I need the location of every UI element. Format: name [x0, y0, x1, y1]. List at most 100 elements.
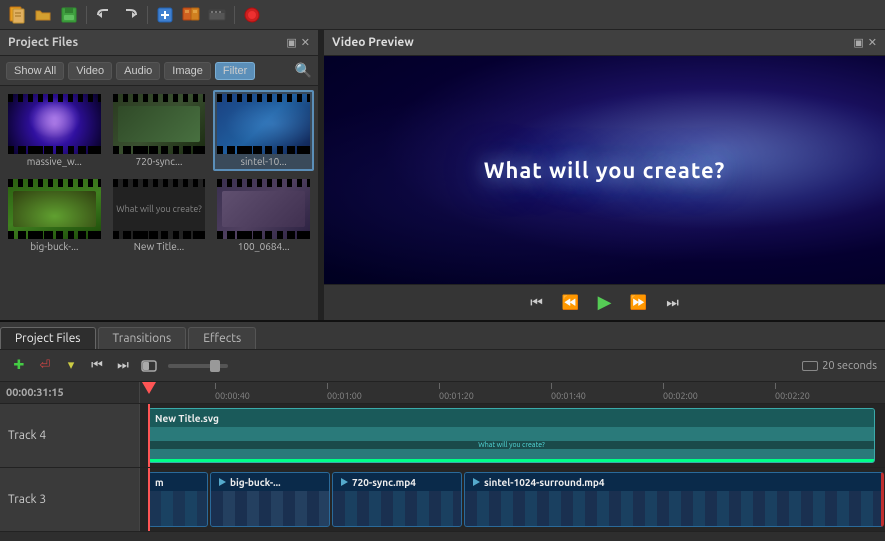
clip-title-bar: New Title.svg	[149, 409, 874, 427]
video-preview-panel: Video Preview ▣ ✕ What will you create? …	[324, 30, 885, 320]
ruler-mark-200: 00:02:00	[663, 391, 698, 401]
clip-accent-bar	[149, 459, 874, 462]
clip-1-content	[149, 491, 207, 526]
thumbnail-sintel	[217, 94, 310, 154]
clip-bigbuck-title: big-buck-...	[211, 473, 329, 491]
redo-icon[interactable]	[119, 4, 141, 26]
clip-1-title: m	[149, 473, 207, 491]
add-clip-icon[interactable]	[154, 4, 176, 26]
record-icon[interactable]	[241, 4, 263, 26]
jump-end-button[interactable]: ⏭	[112, 355, 134, 377]
ruler-mark-100: 00:01:00	[327, 391, 362, 401]
undo-icon[interactable]	[93, 4, 115, 26]
thumbnail-100	[217, 179, 310, 239]
preview-video-area[interactable]: What will you create?	[324, 56, 885, 284]
save-icon[interactable]	[58, 4, 80, 26]
export-icon[interactable]	[180, 4, 202, 26]
thumbnail-label: New Title...	[113, 241, 206, 252]
list-item[interactable]: big-buck-...	[4, 175, 105, 256]
panel-header-icons: ▣ ✕	[286, 36, 310, 49]
clip-sintel-title: sintel-1024-surround.mp4	[465, 473, 881, 491]
panel-close-icon[interactable]: ✕	[301, 36, 310, 49]
clip-video-bigbuck[interactable]: big-buck-...	[210, 472, 330, 527]
tab-effects[interactable]: Effects	[188, 327, 256, 349]
playhead-marker	[148, 382, 156, 403]
clip-sintel-label: sintel-1024-surround.mp4	[484, 477, 605, 488]
clip-label: New Title.svg	[155, 413, 219, 424]
ruler-ticks[interactable]: 00:00:40 00:01:00 00:01:20 00:01:40 00:0…	[140, 382, 885, 403]
preview-restore-icon[interactable]: ▣	[853, 36, 863, 49]
project-files-title: Project Files	[8, 36, 78, 49]
top-panels: Project Files ▣ ✕ Show All Video Audio I…	[0, 30, 885, 320]
track-label-text: Track 3	[8, 493, 46, 506]
thumbnail-massive	[8, 94, 101, 154]
timeline-toolbar: ✚ ⏎ ▾ ⏮ ⏭ 20 seconds	[0, 350, 885, 382]
timeline-area: Project Files Transitions Effects ✚ ⏎ ▾ …	[0, 320, 885, 541]
thumbnail-bigbuck	[8, 179, 101, 239]
fast-forward-button[interactable]: ⏩	[627, 291, 651, 315]
playhead-line-track3	[148, 468, 150, 531]
clip-video-sintel[interactable]: sintel-1024-surround.mp4	[464, 472, 884, 527]
toggle-button[interactable]	[138, 355, 160, 377]
preview-close-icon[interactable]: ✕	[868, 36, 877, 49]
rewind-button[interactable]: ⏪	[559, 291, 583, 315]
filter-filter-button[interactable]: Filter	[215, 62, 255, 80]
show-all-button[interactable]: Show All	[6, 62, 64, 80]
timeline-duration-display: 20 seconds	[802, 360, 877, 372]
tab-project-files[interactable]: Project Files	[0, 327, 96, 349]
project-files-panel: Project Files ▣ ✕ Show All Video Audio I…	[0, 30, 320, 320]
rewind-to-start-button[interactable]: ⏮	[525, 291, 549, 315]
video-preview-header: Video Preview ▣ ✕	[324, 30, 885, 56]
list-item[interactable]: 720-sync...	[109, 90, 210, 171]
track-3-label: Track 3	[0, 468, 140, 531]
open-folder-icon[interactable]	[32, 4, 54, 26]
timeline-tabs: Project Files Transitions Effects	[0, 322, 885, 350]
timecode-display: 00:00:31:15	[0, 382, 140, 403]
playhead-line	[148, 404, 150, 467]
clock-icon	[802, 361, 818, 371]
track-label-text: Track 4	[8, 429, 46, 442]
thumbnail-720	[113, 94, 206, 154]
jump-start-button[interactable]: ⏮	[86, 355, 108, 377]
track-4-content[interactable]: New Title.svg What will you create?	[140, 404, 885, 467]
image-filter-button[interactable]: Image	[164, 62, 211, 80]
clip-new-title-svg[interactable]: New Title.svg What will you create?	[148, 408, 875, 463]
toolbar-separator-3	[234, 6, 235, 24]
list-item[interactable]: What will you create? New Title...	[109, 175, 210, 256]
clip-video-720sync[interactable]: 720-sync.mp4	[332, 472, 462, 527]
list-item[interactable]: sintel-10...	[213, 90, 314, 171]
timeline-ruler: 00:00:31:15 00:00:40 00:01:00 00:01:20 0…	[0, 382, 885, 404]
project-files-header: Project Files ▣ ✕	[0, 30, 318, 56]
thumbnail-label: 720-sync...	[113, 156, 206, 167]
timecode-value: 00:00:31:15	[6, 387, 64, 399]
clip-icon[interactable]	[206, 4, 228, 26]
tab-transitions[interactable]: Transitions	[98, 327, 187, 349]
audio-filter-button[interactable]: Audio	[116, 62, 160, 80]
ruler-mark-40: 00:00:40	[215, 391, 250, 401]
clip-video-1[interactable]: m	[148, 472, 208, 527]
clip-sintel-content	[465, 491, 881, 526]
table-row: Track 3 m	[0, 468, 885, 532]
add-track-button[interactable]: ✚	[8, 355, 30, 377]
video-preview-title: Video Preview	[332, 36, 414, 49]
list-item[interactable]: 100_0684...	[213, 175, 314, 256]
thumbnail-label: sintel-10...	[217, 156, 310, 167]
thumbnail-label: massive_w...	[8, 156, 101, 167]
zoom-slider-container	[168, 364, 228, 368]
track-3-content[interactable]: m big-buck-...	[140, 468, 885, 531]
remove-track-button[interactable]: ⏎	[34, 355, 56, 377]
thumbnails-grid: massive_w... 720-sync...	[0, 86, 318, 320]
panel-restore-icon[interactable]: ▣	[286, 36, 296, 49]
timeline-duration-label: 20 seconds	[822, 360, 877, 372]
new-icon[interactable]	[6, 4, 28, 26]
video-filter-button[interactable]: Video	[68, 62, 112, 80]
play-button[interactable]: ▶	[593, 291, 617, 315]
preview-header-icons: ▣ ✕	[853, 36, 877, 49]
list-item[interactable]: massive_w...	[4, 90, 105, 171]
forward-to-end-button[interactable]: ⏭	[661, 291, 685, 315]
search-button[interactable]: 🔍	[295, 62, 312, 79]
thumbnail-label: 100_0684...	[217, 241, 310, 252]
filter-timeline-button[interactable]: ▾	[60, 355, 82, 377]
zoom-slider[interactable]	[168, 364, 228, 368]
zoom-slider-thumb[interactable]	[210, 360, 220, 372]
